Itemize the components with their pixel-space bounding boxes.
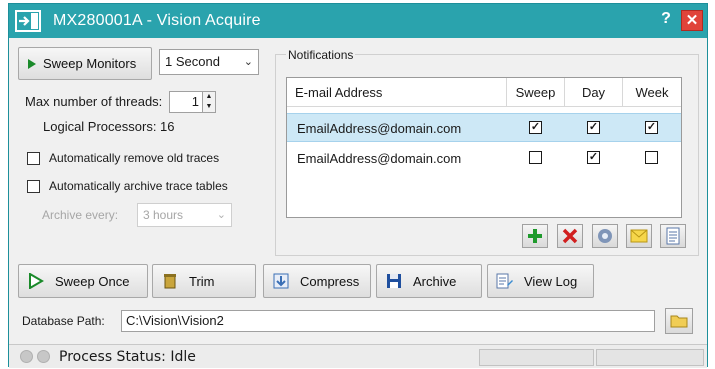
add-icon bbox=[528, 229, 542, 243]
app-icon bbox=[15, 10, 41, 32]
window-title: MX280001A - Vision Acquire bbox=[53, 12, 261, 29]
week-checkbox[interactable] bbox=[645, 151, 658, 164]
status-indicator-icon bbox=[20, 350, 33, 363]
stepper-up-icon[interactable]: ▲ bbox=[203, 92, 215, 102]
notifications-title: Notifications bbox=[286, 48, 356, 62]
delete-icon bbox=[562, 228, 578, 244]
folder-icon bbox=[670, 315, 688, 328]
column-header-email[interactable]: E-mail Address bbox=[287, 78, 507, 107]
auto-remove-checkbox[interactable] bbox=[27, 152, 40, 165]
trim-label: Trim bbox=[189, 273, 215, 289]
browse-folder-button[interactable] bbox=[665, 308, 693, 334]
document-button[interactable] bbox=[660, 224, 686, 248]
compress-icon bbox=[272, 272, 290, 290]
process-status: Process Status: Idle bbox=[59, 349, 196, 365]
database-path-input[interactable]: C:\Vision\Vision2 bbox=[121, 310, 655, 332]
max-threads-label: Max number of threads: bbox=[25, 94, 163, 109]
day-checkbox[interactable]: ✓ bbox=[587, 151, 600, 164]
archive-every-value: 3 hours bbox=[143, 208, 184, 222]
app-window: MX280001A - Vision Acquire ? ✕ Sweep Mon… bbox=[8, 3, 708, 368]
sweep-once-label: Sweep Once bbox=[55, 273, 130, 289]
table-row[interactable]: EmailAddress@domain.com ✓ ✓ ✓ bbox=[287, 113, 681, 142]
max-threads-stepper[interactable]: ▲ ▼ bbox=[202, 91, 216, 113]
archive-every-label: Archive every: bbox=[42, 208, 119, 222]
database-path-label: Database Path: bbox=[22, 314, 105, 328]
email-icon bbox=[630, 229, 648, 243]
sweep-interval-select[interactable]: 1 Second ⌄ bbox=[159, 49, 259, 75]
sweep-monitors-button[interactable]: Sweep Monitors bbox=[18, 47, 152, 80]
run-icon bbox=[27, 272, 45, 290]
chevron-down-icon: ⌄ bbox=[243, 56, 253, 68]
archive-button[interactable]: Archive bbox=[376, 264, 482, 298]
log-icon bbox=[496, 272, 514, 290]
sweep-interval-value: 1 Second bbox=[165, 54, 220, 69]
notifications-table: E-mail Address Sweep Day Week EmailAddre… bbox=[286, 77, 682, 218]
column-header-week[interactable]: Week bbox=[623, 78, 681, 107]
settings-icon bbox=[598, 229, 612, 243]
sweep-monitors-label: Sweep Monitors bbox=[43, 56, 137, 71]
auto-archive-checkbox[interactable] bbox=[27, 180, 40, 193]
delete-recipient-button[interactable] bbox=[557, 224, 583, 248]
status-panel bbox=[479, 349, 594, 366]
email-cell: EmailAddress@domain.com bbox=[297, 151, 462, 166]
archive-every-select[interactable]: 3 hours ⌄ bbox=[137, 203, 232, 227]
chevron-down-icon: ⌄ bbox=[216, 209, 226, 221]
close-button[interactable]: ✕ bbox=[681, 10, 703, 31]
auto-remove-label: Automatically remove old traces bbox=[49, 151, 220, 165]
status-bar: Process Status: Idle bbox=[9, 344, 707, 368]
stepper-down-icon[interactable]: ▼ bbox=[203, 102, 215, 112]
title-bar[interactable]: MX280001A - Vision Acquire ? ✕ bbox=[9, 4, 707, 38]
email-cell: EmailAddress@domain.com bbox=[297, 121, 462, 136]
column-header-day[interactable]: Day bbox=[565, 78, 623, 107]
email-button[interactable] bbox=[626, 224, 652, 248]
table-row[interactable]: EmailAddress@domain.com ✓ bbox=[287, 144, 681, 173]
day-checkbox[interactable]: ✓ bbox=[587, 121, 600, 134]
add-recipient-button[interactable] bbox=[522, 224, 548, 248]
document-icon bbox=[666, 227, 680, 245]
max-threads-input[interactable]: 1 bbox=[169, 91, 203, 113]
status-panel bbox=[596, 349, 704, 366]
compress-button[interactable]: Compress bbox=[263, 264, 371, 298]
sweep-once-button[interactable]: Sweep Once bbox=[18, 264, 148, 298]
logical-processors-label: Logical Processors: 16 bbox=[43, 119, 175, 134]
view-log-button[interactable]: View Log bbox=[487, 264, 594, 298]
compress-label: Compress bbox=[300, 273, 360, 289]
help-button[interactable]: ? bbox=[657, 10, 675, 30]
auto-archive-label: Automatically archive trace tables bbox=[49, 179, 228, 193]
sweep-checkbox[interactable] bbox=[529, 151, 542, 164]
play-icon bbox=[27, 55, 37, 73]
sweep-checkbox[interactable]: ✓ bbox=[529, 121, 542, 134]
view-log-label: View Log bbox=[524, 273, 578, 289]
archive-label: Archive bbox=[413, 273, 457, 289]
week-checkbox[interactable]: ✓ bbox=[645, 121, 658, 134]
trim-button[interactable]: Trim bbox=[152, 264, 256, 298]
column-header-sweep[interactable]: Sweep bbox=[507, 78, 565, 107]
trash-icon bbox=[161, 272, 179, 290]
settings-button[interactable] bbox=[592, 224, 618, 248]
save-icon bbox=[385, 272, 403, 290]
status-indicator-icon bbox=[37, 350, 50, 363]
